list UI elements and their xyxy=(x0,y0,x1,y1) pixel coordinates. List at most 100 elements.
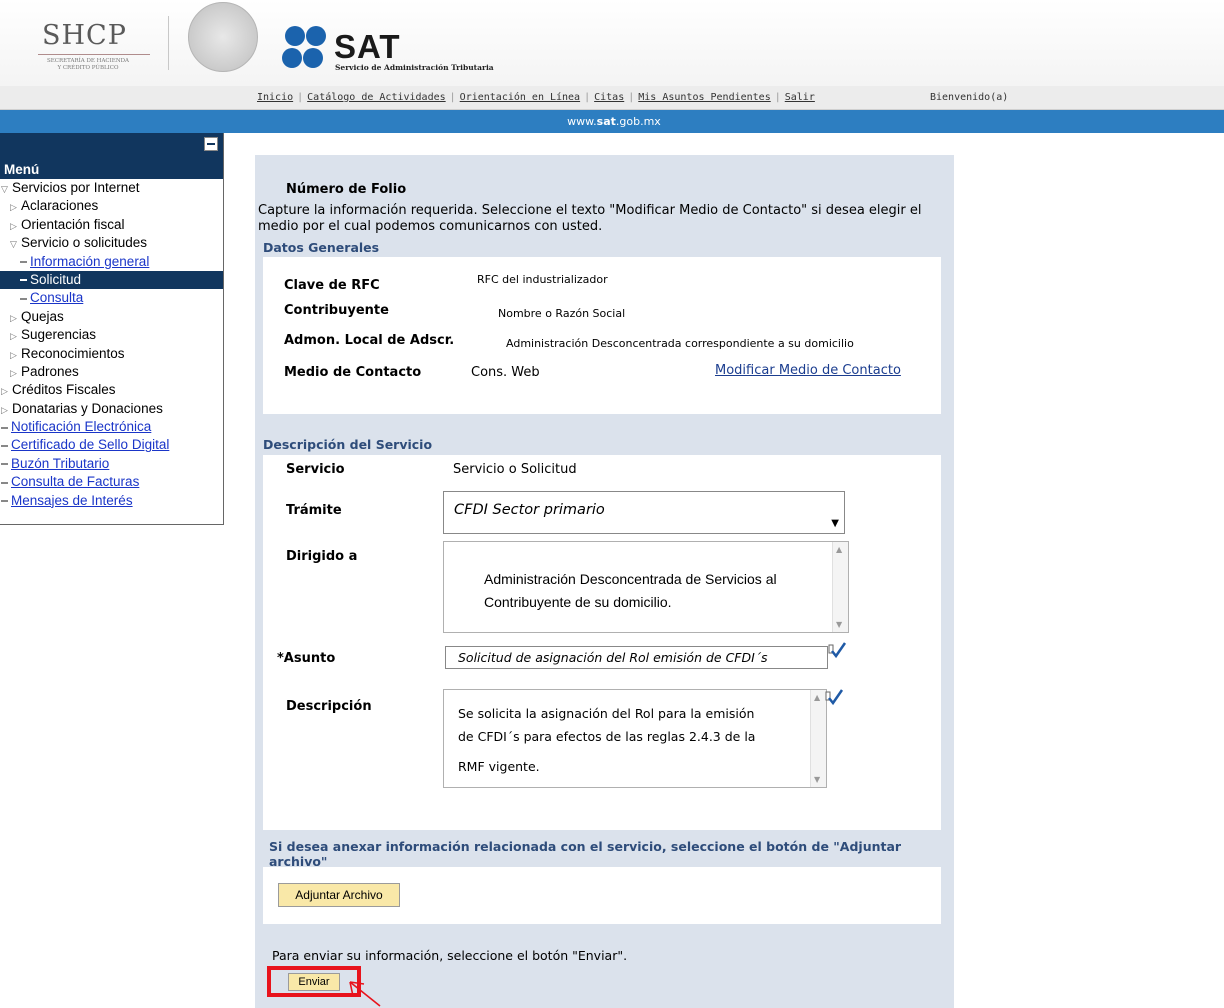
sidebar-item[interactable]: ▷ Sugerencias xyxy=(0,326,223,344)
sidebar-item-label: Padrones xyxy=(21,363,79,379)
medio-contacto-label: Medio de Contacto xyxy=(284,365,422,380)
descripcion-line: de CFDI´s para efectos de las reglas 2.4… xyxy=(458,729,756,744)
tramite-label: Trámite xyxy=(286,503,342,518)
sidebar-item-label: Información general xyxy=(30,253,150,269)
scroll-up-icon[interactable]: ▲ xyxy=(836,545,842,554)
servicio-value: Servicio o Solicitud xyxy=(453,462,577,477)
national-seal-icon xyxy=(188,2,258,72)
scroll-down-icon[interactable]: ▼ xyxy=(836,620,842,629)
spellcheck-icon[interactable] xyxy=(824,688,844,706)
shcp-subtitle-1: SECRETARÍA DE HACIENDA xyxy=(46,58,130,64)
collapsed-triangle-icon: ▷ xyxy=(10,312,17,323)
spellcheck-icon[interactable] xyxy=(827,641,847,659)
anexar-instructions: Si desea anexar información relacionada … xyxy=(269,839,902,869)
rfc-label: Clave de RFC xyxy=(284,278,380,293)
sidebar-header xyxy=(0,133,223,161)
datos-generales-panel: Clave de RFC RFC del industrializador Co… xyxy=(263,257,941,414)
sidebar-item-label: Notificación Electrónica xyxy=(11,419,152,435)
medio-contacto-value: Cons. Web xyxy=(471,365,540,380)
sidebar-item[interactable]: Mensajes de Interés xyxy=(0,492,223,510)
top-navigation: Inicio | Catálogo de Actividades | Orien… xyxy=(0,86,1224,110)
site-url-bar: www.sat.gob.mx xyxy=(0,110,1224,133)
descripcion-servicio-panel: Servicio Servicio o Solicitud Trámite CF… xyxy=(263,455,941,830)
sidebar-item-label: Buzón Tributario xyxy=(11,455,110,471)
sidebar-item-label: Reconocimientos xyxy=(21,345,125,361)
dash-icon xyxy=(1,463,8,466)
nav-link-citas[interactable]: Citas xyxy=(594,92,624,103)
sidebar-item[interactable]: ▷ Quejas xyxy=(0,308,223,326)
nav-link-salir[interactable]: Salir xyxy=(785,92,815,103)
sidebar-item[interactable]: Notificación Electrónica xyxy=(0,418,223,436)
nav-link-inicio[interactable]: Inicio xyxy=(257,92,293,103)
sidebar-item-label: Sugerencias xyxy=(21,327,97,343)
contribuyente-label: Contribuyente xyxy=(284,303,389,318)
sidebar-item-label: Donatarias y Donaciones xyxy=(12,400,163,416)
dirigido-scrollbar[interactable]: ▲ ▼ xyxy=(832,542,848,632)
shcp-name: SHCP xyxy=(42,20,127,51)
sidebar-item-label: Créditos Fiscales xyxy=(12,382,116,398)
sidebar-menu: Menú ▽ Servicios por Internet ▷ Aclaracione… xyxy=(0,133,224,525)
sidebar-item[interactable]: Consulta de Facturas xyxy=(0,473,223,491)
nav-separator: | xyxy=(628,92,635,103)
folio-title: Número de Folio xyxy=(286,182,407,197)
sidebar-item[interactable]: Información general xyxy=(0,253,223,271)
nav-link-catalogo[interactable]: Catálogo de Actividades xyxy=(307,92,445,103)
sidebar-item-label: Aclaraciones xyxy=(21,198,99,214)
collapsed-triangle-icon: ▷ xyxy=(1,386,8,397)
servicio-label: Servicio xyxy=(286,462,345,477)
descripcion-line: RMF vigente. xyxy=(458,759,540,774)
annotation-arrow-icon xyxy=(349,981,381,1007)
descripcion-textarea[interactable]: Se solicita la asignación del Rol para l… xyxy=(443,689,827,788)
url-domain: sat xyxy=(596,115,616,128)
dash-icon xyxy=(20,261,27,263)
modificar-medio-contacto-link[interactable]: Modificar Medio de Contacto xyxy=(715,363,901,378)
sidebar-item[interactable]: ▽ Servicio o solicitudes xyxy=(0,234,223,252)
collapsed-triangle-icon: ▷ xyxy=(10,331,17,342)
sidebar-item-label: Servicio o solicitudes xyxy=(21,235,148,251)
welcome-text: Bienvenido(a) xyxy=(930,92,1009,103)
sidebar-item[interactable]: ▷ Créditos Fiscales xyxy=(0,381,223,399)
sidebar-item[interactable]: ▷ Padrones xyxy=(0,363,223,381)
url-suffix: .gob.mx xyxy=(615,115,661,128)
sidebar-item-label: Mensajes de Interés xyxy=(11,492,133,508)
nav-link-orientacion[interactable]: Orientación en Línea xyxy=(460,92,580,103)
nav-link-mis-asuntos[interactable]: Mis Asuntos Pendientes xyxy=(638,92,770,103)
dash-icon xyxy=(20,297,27,300)
descripcion-line: Se solicita la asignación del Rol para l… xyxy=(458,706,755,721)
sidebar-item[interactable]: ▷ Donatarias y Donaciones xyxy=(0,400,223,418)
menu-title: Menú xyxy=(0,161,223,179)
tramite-selected-value: CFDI Sector primario xyxy=(454,502,605,518)
sidebar-item[interactable]: ▽ Servicios por Internet xyxy=(0,179,223,197)
tramite-select[interactable]: CFDI Sector primario ▼ xyxy=(443,491,845,534)
sidebar-item[interactable]: Solicitud xyxy=(0,270,223,290)
sidebar-item[interactable]: ▷ Reconocimientos xyxy=(0,345,223,363)
sat-subtitle: Servicio de Administración Tributaria xyxy=(335,63,494,72)
shcp-subtitle-2: Y CRÉDITO PÚBLICO xyxy=(57,65,119,71)
url-prefix: www. xyxy=(567,115,597,128)
asunto-label: *Asunto xyxy=(277,651,336,666)
sidebar-item[interactable]: Consulta xyxy=(0,289,223,307)
sidebar-item[interactable]: ▷ Orientación fiscal xyxy=(0,216,223,234)
scroll-down-icon[interactable]: ▼ xyxy=(814,775,820,784)
enviar-button[interactable]: Enviar xyxy=(288,973,340,991)
dash-icon xyxy=(1,481,8,484)
sidebar-item-label: Solicitud xyxy=(30,271,82,287)
collapse-menu-icon[interactable] xyxy=(204,137,218,151)
datos-generales-title: Datos Generales xyxy=(263,240,380,255)
asunto-input[interactable]: Solicitud de asignación del Rol emisión … xyxy=(445,646,828,669)
collapsed-triangle-icon: ▷ xyxy=(10,220,17,231)
dash-icon xyxy=(1,444,8,447)
sidebar-item[interactable]: Buzón Tributario xyxy=(0,455,223,473)
adjuntar-archivo-button[interactable]: Adjuntar Archivo xyxy=(278,883,400,907)
sidebar-item-label: Consulta de Facturas xyxy=(11,474,140,490)
dirigido-textarea[interactable]: Administración Desconcentrada de Servici… xyxy=(443,541,849,633)
sidebar-item[interactable]: Certificado de Sello Digital xyxy=(0,436,223,454)
sidebar-item-label: Orientación fiscal xyxy=(21,216,125,232)
descripcion-label: Descripción xyxy=(286,699,372,714)
admon-value: Administración Desconcentrada correspond… xyxy=(506,337,854,350)
nav-separator: | xyxy=(774,92,781,103)
dropdown-arrow-icon[interactable]: ▼ xyxy=(831,506,839,542)
dash-icon xyxy=(1,500,8,503)
sidebar-item[interactable]: ▷ Aclaraciones xyxy=(0,197,223,215)
scroll-up-icon[interactable]: ▲ xyxy=(814,693,820,702)
